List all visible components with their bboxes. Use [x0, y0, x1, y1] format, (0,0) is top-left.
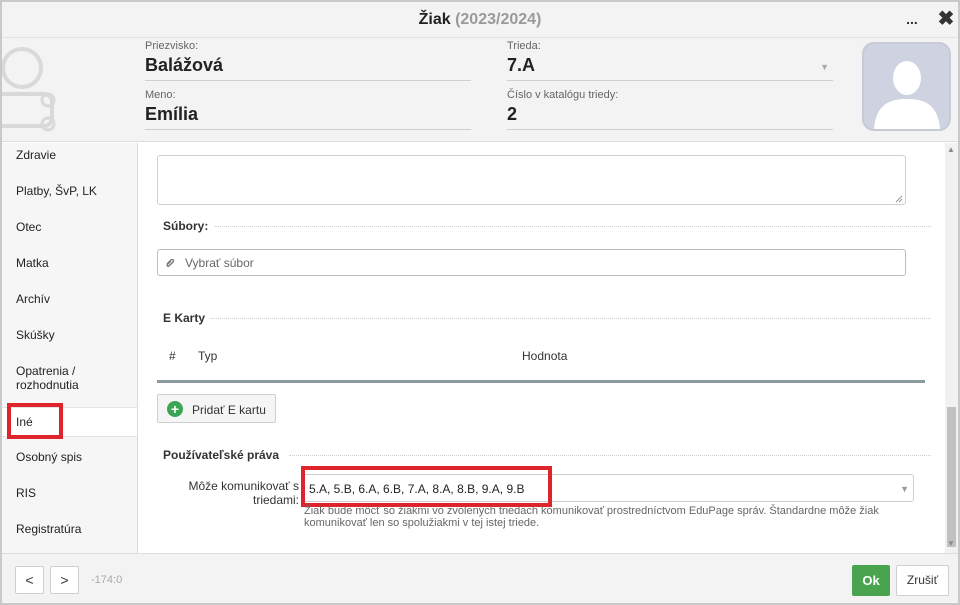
school-year: (2023/2024)	[455, 11, 542, 28]
scroll-down-icon[interactable]: ▼	[947, 539, 955, 548]
sidebar: Zdravie Platby, ŠvP, LK Otec Matka Archí…	[2, 143, 138, 553]
communicate-classes-label: Môže komunikovať s triedami:	[188, 479, 299, 507]
surname-label: Priezvisko:	[145, 40, 199, 52]
close-icon[interactable]: ✖	[936, 8, 956, 30]
student-photo[interactable]	[862, 42, 951, 131]
scroll-up-icon[interactable]: ▲	[947, 145, 955, 154]
previous-button[interactable]: <	[15, 566, 44, 594]
dialog-title: Žiak (2023/2024)	[2, 11, 958, 29]
communicate-classes-help: Žiak bude môcť so žiakmi vo zvolených tr…	[304, 505, 879, 529]
sidebar-item-opatrenia[interactable]: Opatrenia / rozhodnutia	[2, 364, 112, 392]
sidebar-item-skusky[interactable]: Skúšky	[2, 328, 137, 342]
add-ecard-label: Pridať E kartu	[192, 403, 266, 417]
sidebar-item-registratura[interactable]: Registratúra	[2, 522, 137, 536]
note-textarea[interactable]	[157, 155, 906, 205]
surname-value[interactable]: Balážová	[145, 55, 471, 81]
file-picker-placeholder: Vybrať súbor	[185, 256, 254, 270]
plus-circle-icon: +	[167, 401, 183, 417]
file-picker-input[interactable]: Vybrať súbor	[157, 249, 906, 276]
first-name-label: Meno:	[145, 89, 176, 101]
sidebar-item-platby[interactable]: Platby, ŠvP, LK	[2, 184, 137, 198]
ecards-col-number[interactable]: #	[169, 349, 176, 363]
avatar-silhouette-icon	[874, 61, 940, 129]
ecards-col-value[interactable]: Hodnota	[522, 349, 567, 363]
permissions-section-title: Používateľské práva	[163, 448, 280, 462]
main-content: Súbory: Vybrať súbor E Karty # Typ Hodno…	[139, 143, 945, 553]
sidebar-item-osobny-spis[interactable]: Osobný spis	[2, 450, 137, 464]
class-field[interactable]: Trieda: 7.A ▼	[507, 40, 833, 81]
ecards-divider	[211, 318, 931, 319]
catalog-number-label: Číslo v katalógu triedy:	[507, 89, 619, 101]
dialog-footer: < > -174:0 Ok Zrušiť	[2, 553, 958, 603]
more-options-button[interactable]: ...	[902, 8, 922, 30]
catalog-number-field[interactable]: Číslo v katalógu triedy: 2	[507, 89, 833, 130]
next-button[interactable]: >	[50, 566, 79, 594]
resize-grip-icon[interactable]	[895, 195, 903, 203]
student-dialog: Žiak (2023/2024) ... ✖ Priezvisko: Baláž…	[0, 0, 960, 605]
chevron-down-icon[interactable]: ▼	[900, 484, 909, 494]
sidebar-item-archiv[interactable]: Archív	[2, 292, 137, 306]
title-bar: Žiak (2023/2024) ... ✖	[2, 2, 958, 38]
class-label: Trieda:	[507, 40, 541, 52]
surname-field[interactable]: Priezvisko: Balážová	[145, 40, 471, 81]
sidebar-item-zdravie[interactable]: Zdravie	[2, 148, 137, 162]
files-divider	[215, 226, 931, 227]
ecards-table-rule	[157, 380, 925, 383]
sidebar-item-matka[interactable]: Matka	[2, 256, 137, 270]
ecards-section-title: E Karty	[163, 311, 206, 325]
files-section-title: Súbory:	[163, 219, 209, 233]
content-scrollbar[interactable]: ▲ ▼	[945, 143, 958, 553]
class-value[interactable]: 7.A	[507, 55, 833, 81]
first-name-field[interactable]: Meno: Emília	[145, 89, 471, 130]
sidebar-item-otec[interactable]: Otec	[2, 220, 137, 234]
student-header: Priezvisko: Balážová Trieda: 7.A ▼ Meno:…	[2, 38, 958, 142]
chevron-down-icon[interactable]: ▼	[820, 62, 829, 72]
add-ecard-button[interactable]: + Pridať E kartu	[157, 394, 276, 423]
scrollbar-thumb[interactable]	[947, 407, 956, 547]
permissions-divider	[289, 455, 931, 456]
ecards-col-type[interactable]: Typ	[198, 349, 217, 363]
highlight-box-ine	[7, 403, 63, 439]
position-readout: -174:0	[91, 574, 123, 586]
dialog-title-text: Žiak	[418, 11, 451, 28]
sidebar-item-ris[interactable]: RIS	[2, 486, 137, 500]
cancel-button[interactable]: Zrušiť	[896, 565, 949, 596]
ok-button[interactable]: Ok	[852, 565, 890, 596]
first-name-value[interactable]: Emília	[145, 104, 471, 130]
highlight-box-classes	[301, 466, 552, 507]
student-watermark-icon	[2, 47, 56, 132]
catalog-number-value[interactable]: 2	[507, 104, 833, 130]
paperclip-icon	[166, 258, 175, 267]
